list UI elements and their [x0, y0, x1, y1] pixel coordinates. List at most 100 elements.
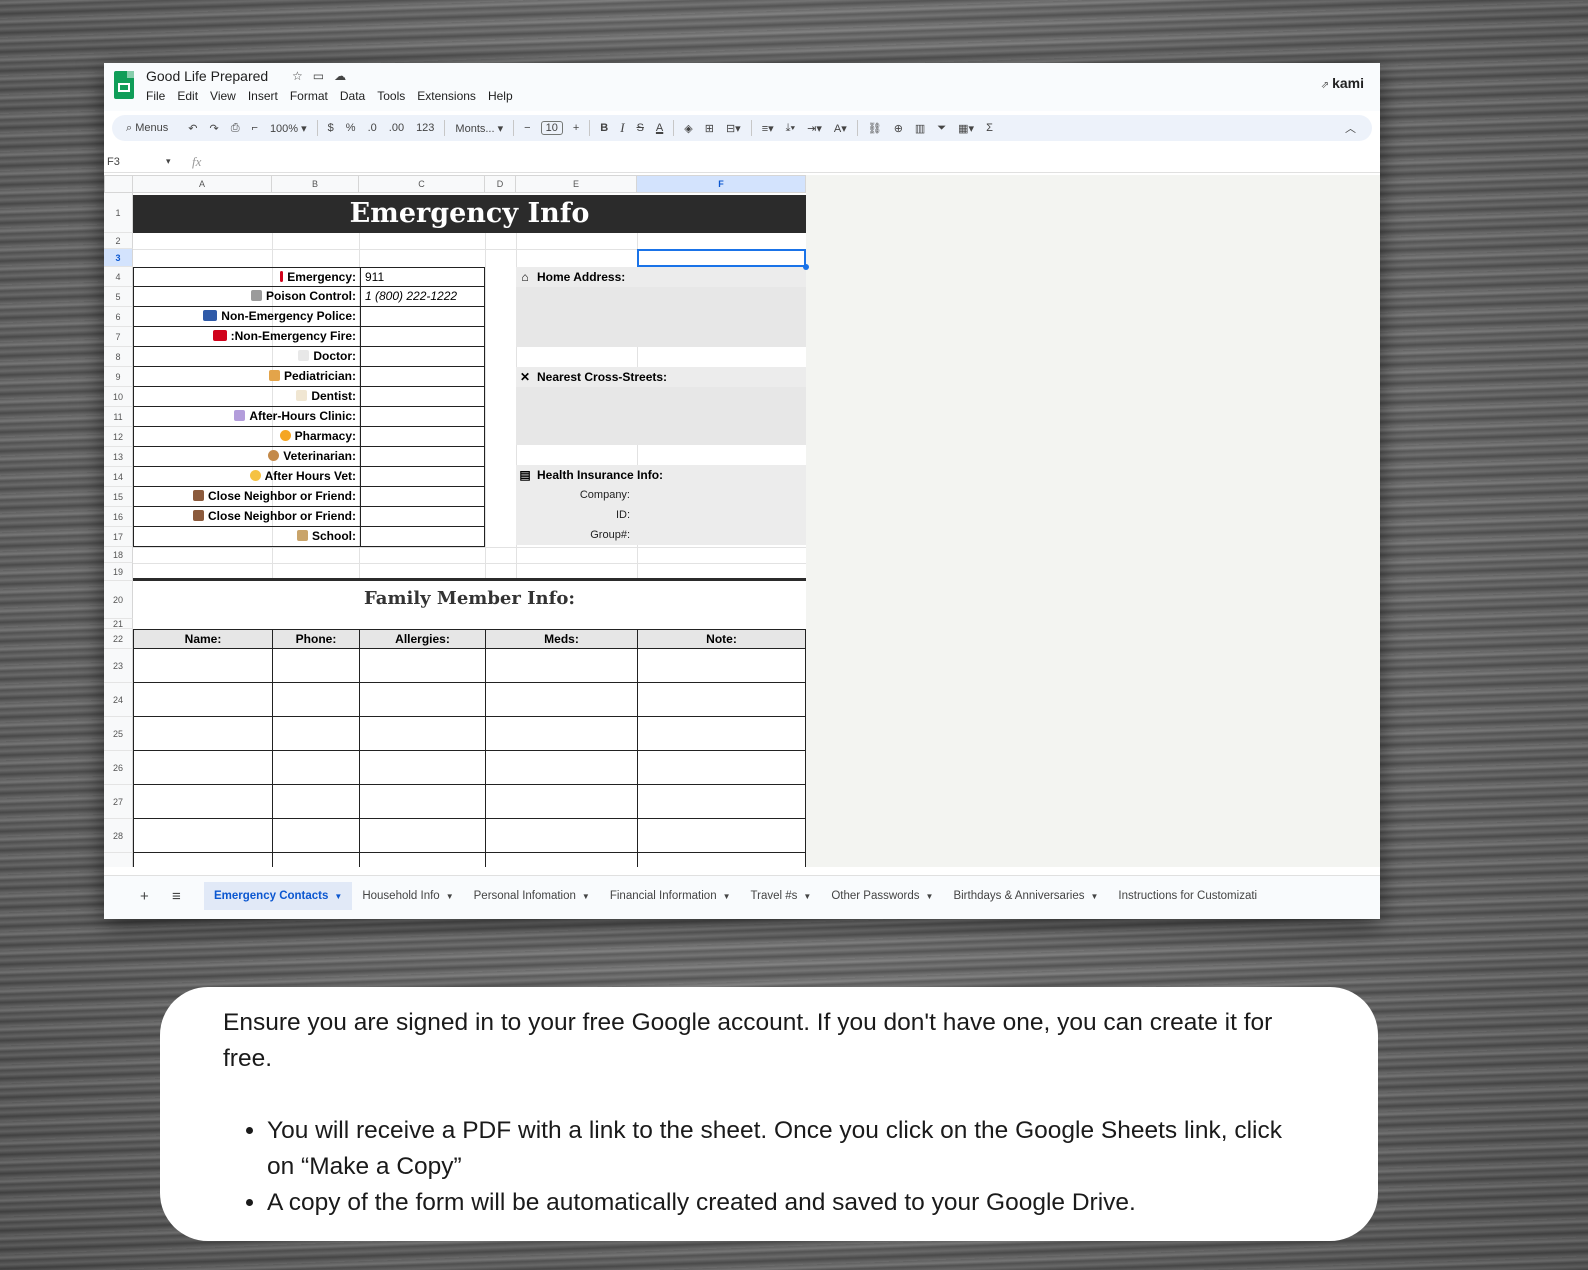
filter-icon[interactable]: ⏷ [931, 122, 952, 135]
sheets-logo-icon[interactable] [114, 71, 134, 99]
row-header[interactable]: 2 [104, 233, 133, 249]
table-row[interactable] [133, 683, 806, 717]
menu-search[interactable]: ⌕ Menus [120, 122, 182, 135]
percent-button[interactable]: % [340, 122, 362, 134]
row-header[interactable]: 8 [104, 347, 133, 367]
contact-value[interactable] [362, 527, 484, 546]
contact-value[interactable] [362, 487, 484, 506]
contact-row[interactable]: Doctor: [133, 347, 485, 367]
contact-value[interactable] [362, 507, 484, 526]
italic-button[interactable]: I [614, 120, 630, 136]
menu-data[interactable]: Data [340, 89, 365, 103]
fill-color-icon[interactable]: ◈ [678, 122, 698, 135]
name-box[interactable]: F3 [107, 156, 120, 168]
text-rotation-icon[interactable]: A▾ [828, 122, 853, 135]
table-row[interactable] [133, 785, 806, 819]
contact-value[interactable] [362, 347, 484, 366]
table-row[interactable] [133, 649, 806, 683]
paint-format-icon[interactable]: ⌐ [246, 122, 264, 134]
column-header-c[interactable]: C [359, 175, 485, 193]
print-icon[interactable]: ⎙ [225, 122, 246, 135]
family-col-name[interactable]: Name: [134, 630, 273, 649]
column-header-f[interactable]: F [637, 175, 806, 193]
borders-icon[interactable]: ⊞ [699, 122, 720, 135]
row-header[interactable]: 20 [104, 581, 133, 619]
decrease-decimal-button[interactable]: .0 [362, 122, 383, 134]
collapse-toolbar-icon[interactable]: ︿ [1339, 120, 1362, 136]
row-header[interactable]: 11 [104, 407, 133, 427]
horizontal-align-icon[interactable]: ≡▾ [756, 122, 780, 135]
contact-value[interactable] [362, 307, 484, 326]
number-format-button[interactable]: 123 [410, 122, 440, 134]
contact-value[interactable] [362, 367, 484, 386]
contact-value[interactable] [362, 387, 484, 406]
text-wrap-icon[interactable]: ⇥▾ [801, 122, 828, 135]
tab-personal-information[interactable]: Personal Infomation ▼ [464, 882, 600, 910]
column-header-d[interactable]: D [485, 175, 516, 193]
row-header[interactable]: 21 [104, 619, 133, 629]
home-address-cell[interactable] [516, 287, 806, 347]
row-header[interactable]: 18 [104, 547, 133, 563]
menu-view[interactable]: View [210, 89, 236, 103]
family-col-note[interactable]: Note: [638, 630, 805, 649]
row-header[interactable]: 14 [104, 467, 133, 487]
select-all-corner[interactable] [104, 175, 133, 193]
row-header[interactable]: 23 [104, 649, 133, 683]
table-row[interactable] [133, 853, 806, 867]
contact-row[interactable]: School: [133, 527, 485, 547]
currency-button[interactable]: $ [322, 122, 340, 134]
contact-row[interactable]: After Hours Vet: [133, 467, 485, 487]
chevron-down-icon[interactable]: ▾ [166, 156, 171, 167]
row-header[interactable]: 1 [104, 193, 133, 233]
family-col-allergies[interactable]: Allergies: [360, 630, 486, 649]
menu-edit[interactable]: Edit [177, 89, 198, 103]
document-title[interactable]: Good Life Prepared [146, 68, 268, 84]
table-row[interactable] [133, 751, 806, 785]
contact-row[interactable]: Pediatrician: [133, 367, 485, 387]
menu-extensions[interactable]: Extensions [417, 89, 476, 103]
row-header[interactable]: 5 [104, 287, 133, 307]
tab-emergency-contacts[interactable]: Emergency Contacts ▼ [204, 882, 353, 910]
merge-cells-icon[interactable]: ⊟▾ [720, 122, 747, 135]
selected-cell-f3[interactable] [637, 249, 806, 267]
family-col-phone[interactable]: Phone: [273, 630, 360, 649]
undo-icon[interactable]: ↶ [182, 122, 203, 135]
row-header[interactable]: 9 [104, 367, 133, 387]
row-header[interactable]: 17 [104, 527, 133, 547]
menu-format[interactable]: Format [290, 89, 328, 103]
tab-other-passwords[interactable]: Other Passwords ▼ [821, 882, 943, 910]
row-header[interactable]: 15 [104, 487, 133, 507]
row-header[interactable]: 4 [104, 267, 133, 287]
table-row[interactable] [133, 819, 806, 853]
row-header[interactable]: 6 [104, 307, 133, 327]
kami-extension-button[interactable]: ⇗ kami [1321, 75, 1364, 91]
column-header-a[interactable]: A [133, 175, 272, 193]
contact-value[interactable] [362, 447, 484, 466]
menu-file[interactable]: File [146, 89, 165, 103]
contact-row[interactable]: :Non-Emergency Fire: [133, 327, 485, 347]
move-folder-icon[interactable]: ▭ [313, 69, 324, 83]
fill-handle[interactable] [803, 264, 809, 270]
tab-household-info[interactable]: Household Info ▼ [352, 882, 463, 910]
contact-row[interactable]: Close Neighbor or Friend: [133, 507, 485, 527]
menu-tools[interactable]: Tools [377, 89, 405, 103]
menu-help[interactable]: Help [488, 89, 513, 103]
row-header[interactable]: 25 [104, 717, 133, 751]
all-sheets-icon[interactable]: ≡ [172, 888, 181, 905]
insert-link-icon[interactable]: ⛓ [862, 122, 888, 135]
family-col-meds[interactable]: Meds: [486, 630, 638, 649]
contact-row[interactable]: Pharmacy: [133, 427, 485, 447]
contact-value[interactable] [362, 427, 484, 446]
text-color-button[interactable]: A [650, 122, 669, 134]
menu-insert[interactable]: Insert [248, 89, 278, 103]
tab-financial-information[interactable]: Financial Information ▼ [600, 882, 741, 910]
row-header[interactable]: 7 [104, 327, 133, 347]
row-header[interactable]: 10 [104, 387, 133, 407]
contact-row[interactable]: Non-Emergency Police: [133, 307, 485, 327]
add-sheet-icon[interactable]: + [140, 888, 149, 905]
row-header[interactable]: 3 [104, 249, 133, 267]
redo-icon[interactable]: ↷ [203, 122, 224, 135]
contact-row[interactable]: Close Neighbor or Friend: [133, 487, 485, 507]
row-header[interactable]: 13 [104, 447, 133, 467]
row-header[interactable]: 27 [104, 785, 133, 819]
